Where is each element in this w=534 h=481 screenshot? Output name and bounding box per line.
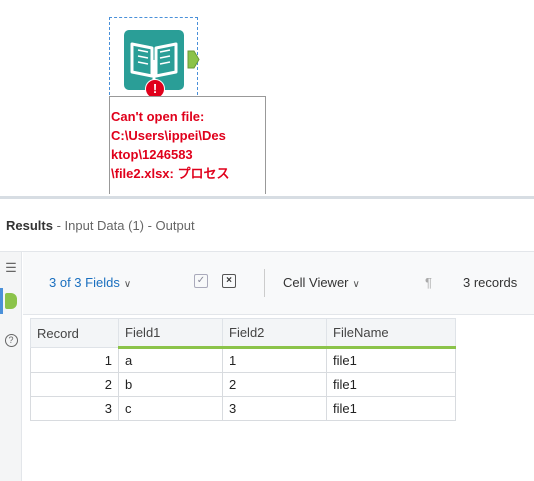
pilcrow-icon[interactable]: ¶ <box>425 275 432 290</box>
toolbar-divider <box>264 269 265 297</box>
field1-cell[interactable]: b <box>118 372 223 397</box>
output-anchor[interactable] <box>187 50 200 69</box>
column-header-record[interactable]: Record <box>30 318 119 348</box>
error-line: Can't open file: <box>111 109 205 124</box>
fields-dropdown-label: 3 of 3 Fields <box>49 275 120 290</box>
table-row[interactable]: 1 a 1 file1 <box>30 347 456 373</box>
grid-header-row: Record Field1 Field2 FileName <box>30 318 456 349</box>
output-anchor-icon[interactable] <box>0 293 22 312</box>
table-row[interactable]: 3 c 3 file1 <box>30 396 456 421</box>
results-title-path: - Input Data (1) - Output <box>52 218 195 233</box>
error-line: \file2.xlsx: プロセス <box>111 166 230 181</box>
deselect-icon[interactable]: × <box>222 274 236 288</box>
record-cell[interactable]: 2 <box>30 372 119 397</box>
field1-cell[interactable]: c <box>118 396 223 421</box>
workflow-canvas[interactable]: ! Can't open file: C:\Users\ippei\Des kt… <box>0 0 534 196</box>
table-row[interactable]: 2 b 2 file1 <box>30 372 456 397</box>
field2-cell[interactable]: 1 <box>222 347 327 373</box>
results-toolbar: 3 of 3 Fields ∨ ✓ × Cell Viewer ∨ ¶ 3 reco… <box>23 252 534 315</box>
fields-dropdown[interactable]: 3 of 3 Fields ∨ <box>49 275 131 290</box>
results-grid: Record Field1 Field2 FileName 1 a 1 file… <box>30 318 456 421</box>
error-line: C:\Users\ippei\Des <box>111 128 226 143</box>
filename-cell[interactable]: file1 <box>326 372 456 397</box>
column-header-filename[interactable]: FileName <box>326 318 456 349</box>
filename-cell[interactable]: file1 <box>326 347 456 373</box>
help-icon[interactable]: ? <box>0 331 22 347</box>
checkbox-select-icon[interactable]: ✓ <box>194 274 208 288</box>
results-title-bold: Results <box>6 218 53 233</box>
error-message-box: Can't open file: C:\Users\ippei\Des ktop… <box>109 96 266 194</box>
column-header-field2[interactable]: Field2 <box>222 318 327 349</box>
error-line: ktop\1246583 <box>111 147 193 162</box>
field2-cell[interactable]: 3 <box>222 396 327 421</box>
field1-cell[interactable]: a <box>118 347 223 373</box>
cell-viewer-dropdown[interactable]: Cell Viewer ∨ <box>283 275 360 290</box>
list-view-icon[interactable]: ☰ <box>0 260 22 276</box>
cell-viewer-label: Cell Viewer <box>283 275 349 290</box>
record-cell[interactable]: 3 <box>30 396 119 421</box>
record-cell[interactable]: 1 <box>30 347 119 373</box>
results-title: Results - Input Data (1) - Output <box>6 218 195 233</box>
filename-cell[interactable]: file1 <box>326 396 456 421</box>
results-header: Results - Input Data (1) - Output <box>0 199 534 252</box>
field2-cell[interactable]: 2 <box>222 372 327 397</box>
chevron-down-icon: ∨ <box>123 279 132 290</box>
column-header-field1[interactable]: Field1 <box>118 318 223 349</box>
chevron-down-icon: ∨ <box>352 279 360 290</box>
record-count: 3 records <box>463 275 518 290</box>
results-side-rail <box>0 252 22 481</box>
